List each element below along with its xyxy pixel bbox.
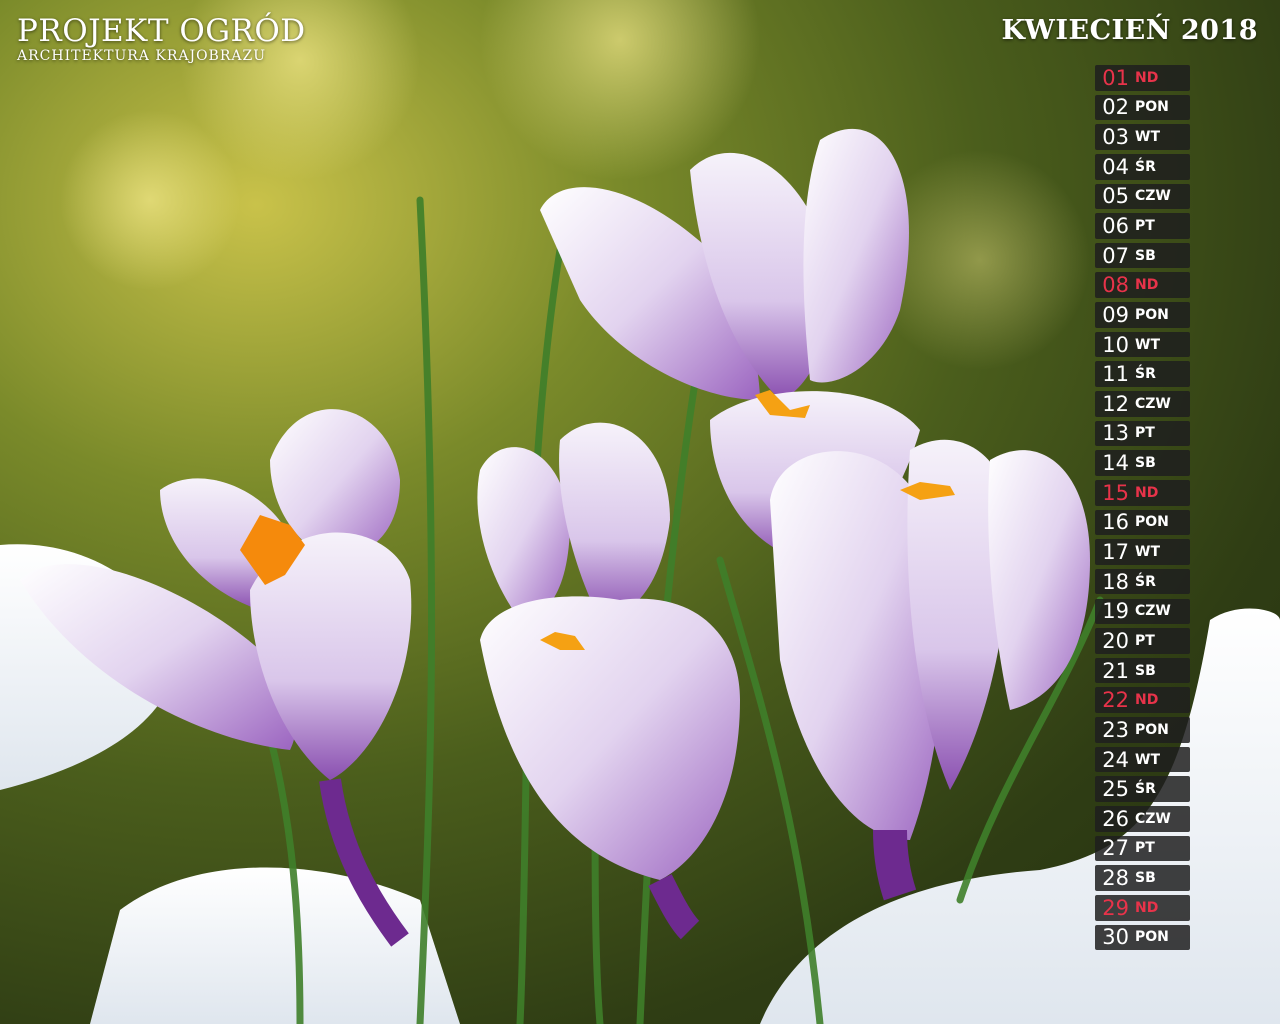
calendar-day: 22 ND bbox=[1095, 687, 1190, 714]
calendar-day: 26 CZW bbox=[1095, 806, 1190, 832]
day-weekday: PON bbox=[1135, 929, 1169, 946]
day-number: 06 bbox=[1102, 214, 1129, 238]
calendar-day: 27 PT bbox=[1095, 835, 1190, 862]
day-number: 19 bbox=[1102, 599, 1129, 624]
calendar-day-list: 01 ND 02 PON 03 WT 04 ŚR 05 CZW 06 PT 07 SB 08 ND 09 PON 1… bbox=[1095, 65, 1190, 954]
calendar-day: 08 ND bbox=[1095, 272, 1190, 299]
calendar-day: 23 PON bbox=[1095, 717, 1190, 743]
day-number: 27 bbox=[1102, 836, 1129, 861]
calendar-day: 13 PT bbox=[1095, 420, 1190, 447]
day-weekday: CZW bbox=[1135, 395, 1171, 412]
day-weekday: ND bbox=[1135, 484, 1159, 501]
day-weekday: PT bbox=[1135, 840, 1155, 857]
day-weekday: SB bbox=[1135, 662, 1156, 679]
calendar-day: 24 WT bbox=[1095, 746, 1190, 773]
day-number: 18 bbox=[1102, 569, 1129, 594]
day-weekday: ND bbox=[1135, 692, 1159, 709]
day-weekday: PT bbox=[1135, 632, 1155, 649]
day-number: 05 bbox=[1102, 184, 1129, 209]
calendar-day: 25 ŚR bbox=[1095, 776, 1190, 802]
day-weekday: SB bbox=[1135, 247, 1156, 264]
day-number: 01 bbox=[1102, 65, 1129, 90]
day-number: 29 bbox=[1102, 895, 1129, 920]
day-number: 07 bbox=[1102, 243, 1129, 268]
brand-title: PROJEKT OGRÓD bbox=[17, 13, 306, 49]
calendar-day: 16 PON bbox=[1095, 509, 1190, 536]
day-number: 16 bbox=[1102, 510, 1129, 535]
calendar-day: 21 SB bbox=[1095, 657, 1190, 684]
day-number: 17 bbox=[1102, 540, 1129, 565]
day-weekday: WT bbox=[1135, 336, 1160, 353]
day-number: 24 bbox=[1102, 747, 1129, 772]
month-title: KWIECIEŃ 2018 bbox=[1001, 15, 1258, 46]
day-number: 10 bbox=[1102, 332, 1129, 357]
day-weekday: SB bbox=[1135, 455, 1156, 472]
day-number: 20 bbox=[1102, 628, 1129, 653]
day-number: 15 bbox=[1102, 480, 1129, 505]
day-number: 12 bbox=[1102, 391, 1129, 416]
day-weekday: ŚR bbox=[1135, 158, 1156, 175]
day-number: 13 bbox=[1102, 421, 1129, 446]
calendar-day: 28 SB bbox=[1095, 865, 1190, 891]
calendar-day: 30 PON bbox=[1095, 924, 1190, 951]
calendar-day: 09 PON bbox=[1095, 302, 1190, 328]
calendar-day: 04 ŚR bbox=[1095, 153, 1190, 180]
day-weekday: ŚR bbox=[1135, 366, 1156, 383]
background-photo bbox=[0, 0, 1280, 1024]
day-number: 26 bbox=[1102, 806, 1129, 831]
calendar-day: 03 WT bbox=[1095, 124, 1190, 150]
day-number: 03 bbox=[1102, 125, 1129, 150]
day-weekday: SB bbox=[1135, 870, 1156, 887]
calendar-day: 05 CZW bbox=[1095, 183, 1190, 210]
calendar-day: 18 ŚR bbox=[1095, 568, 1190, 595]
calendar-day: 15 ND bbox=[1095, 479, 1190, 506]
day-number: 30 bbox=[1102, 925, 1129, 950]
calendar-day: 17 WT bbox=[1095, 539, 1190, 565]
day-weekday: PON bbox=[1135, 306, 1169, 323]
day-weekday: WT bbox=[1135, 751, 1160, 768]
calendar-day: 11 ŚR bbox=[1095, 361, 1190, 387]
calendar-day: 12 CZW bbox=[1095, 391, 1190, 417]
calendar-day: 20 PT bbox=[1095, 628, 1190, 654]
brand-subtitle: ARCHITEKTURA KRAJOBRAZU bbox=[17, 48, 267, 64]
day-weekday: WT bbox=[1135, 544, 1160, 561]
day-weekday: ND bbox=[1135, 69, 1159, 86]
day-weekday: CZW bbox=[1135, 810, 1171, 827]
calendar-day: 29 ND bbox=[1095, 894, 1190, 921]
day-number: 28 bbox=[1102, 866, 1129, 891]
day-number: 14 bbox=[1102, 451, 1129, 476]
calendar-day: 01 ND bbox=[1095, 65, 1190, 91]
day-number: 22 bbox=[1102, 688, 1129, 713]
day-weekday: PON bbox=[1135, 514, 1169, 531]
day-number: 04 bbox=[1102, 154, 1129, 179]
day-number: 25 bbox=[1102, 777, 1129, 802]
day-weekday: PT bbox=[1135, 218, 1155, 234]
day-weekday: PON bbox=[1135, 721, 1169, 738]
day-weekday: CZW bbox=[1135, 603, 1171, 620]
day-number: 23 bbox=[1102, 717, 1129, 742]
day-number: 21 bbox=[1102, 658, 1129, 683]
calendar-day: 02 PON bbox=[1095, 94, 1190, 121]
crocus-illustration bbox=[0, 0, 1280, 1024]
day-weekday: ŚR bbox=[1135, 573, 1156, 590]
calendar-day: 19 CZW bbox=[1095, 598, 1190, 625]
calendar-day: 07 SB bbox=[1095, 242, 1190, 269]
day-weekday: ŚR bbox=[1135, 781, 1156, 798]
day-weekday: PT bbox=[1135, 425, 1155, 442]
day-number: 02 bbox=[1102, 95, 1129, 120]
calendar-day: 14 SB bbox=[1095, 450, 1190, 476]
day-weekday: ND bbox=[1135, 277, 1159, 294]
day-weekday: CZW bbox=[1135, 188, 1171, 205]
calendar-day: 10 WT bbox=[1095, 331, 1190, 358]
day-weekday: PON bbox=[1135, 99, 1169, 116]
day-number: 08 bbox=[1102, 273, 1129, 298]
calendar-day: 06 PT bbox=[1095, 213, 1190, 239]
day-number: 11 bbox=[1102, 362, 1129, 387]
brand-logo: PROJEKT OGRÓD ARCHITEKTURA KRAJOBRAZU bbox=[17, 14, 306, 64]
day-number: 09 bbox=[1102, 302, 1129, 327]
day-weekday: WT bbox=[1135, 129, 1160, 146]
day-weekday: ND bbox=[1135, 899, 1159, 916]
